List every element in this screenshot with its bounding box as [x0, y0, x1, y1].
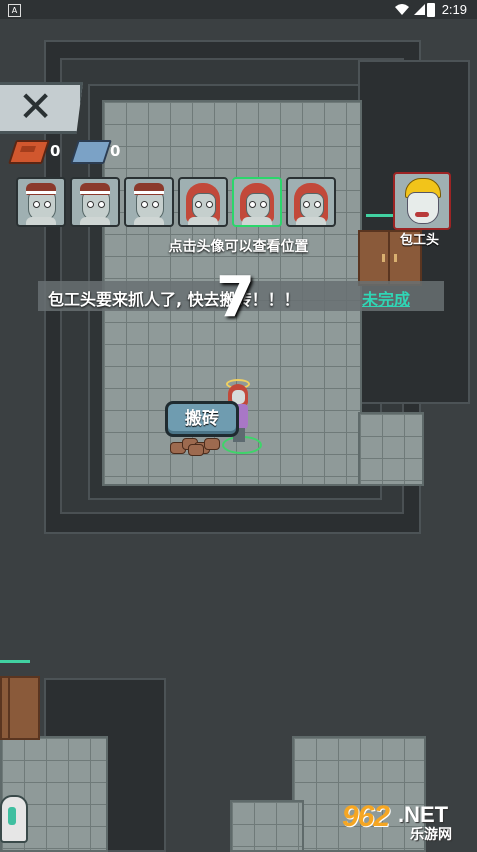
move-bricks-button[interactable]: 搬砖 — [165, 401, 239, 437]
app-notification-icon: A — [8, 4, 21, 17]
move-bricks-label: 搬砖 — [185, 409, 219, 429]
watermark-logo: 962 .NET 乐游网 — [342, 800, 452, 843]
player-avatar-3[interactable] — [124, 177, 174, 227]
avatar-hint: 点击头像可以查看位置 — [168, 239, 309, 255]
door-health-bar — [0, 660, 30, 663]
brick-count: 0 — [50, 142, 61, 160]
boss-avatar[interactable] — [393, 172, 451, 230]
countdown-timer: 7 — [216, 265, 255, 330]
wifi-icon — [395, 4, 409, 15]
player-avatar-1[interactable] — [16, 177, 66, 227]
close-button[interactable]: ✕ — [0, 82, 83, 134]
player-avatar-4[interactable] — [178, 177, 228, 227]
player-avatar-5[interactable] — [232, 177, 282, 227]
lower-room-door[interactable] — [0, 676, 40, 740]
steel-count: 0 — [110, 142, 121, 160]
task-text: 包工头要来抓人了, 快去搬砖！！！ — [48, 290, 300, 309]
status-bar: A 2:19 — [0, 0, 477, 19]
close-icon: ✕ — [18, 82, 54, 131]
player-avatar-6[interactable] — [286, 177, 336, 227]
turret-icon[interactable] — [0, 795, 28, 843]
task-status[interactable]: 未完成 — [362, 286, 410, 310]
lower-right-floor-ext[interactable] — [230, 800, 304, 852]
clock: 2:19 — [441, 2, 467, 17]
corridor-floor[interactable] — [358, 412, 424, 486]
battery-icon — [427, 3, 435, 17]
player-avatar-2[interactable] — [70, 177, 120, 227]
signal-icon — [414, 4, 425, 15]
door-health-bar — [366, 214, 394, 217]
